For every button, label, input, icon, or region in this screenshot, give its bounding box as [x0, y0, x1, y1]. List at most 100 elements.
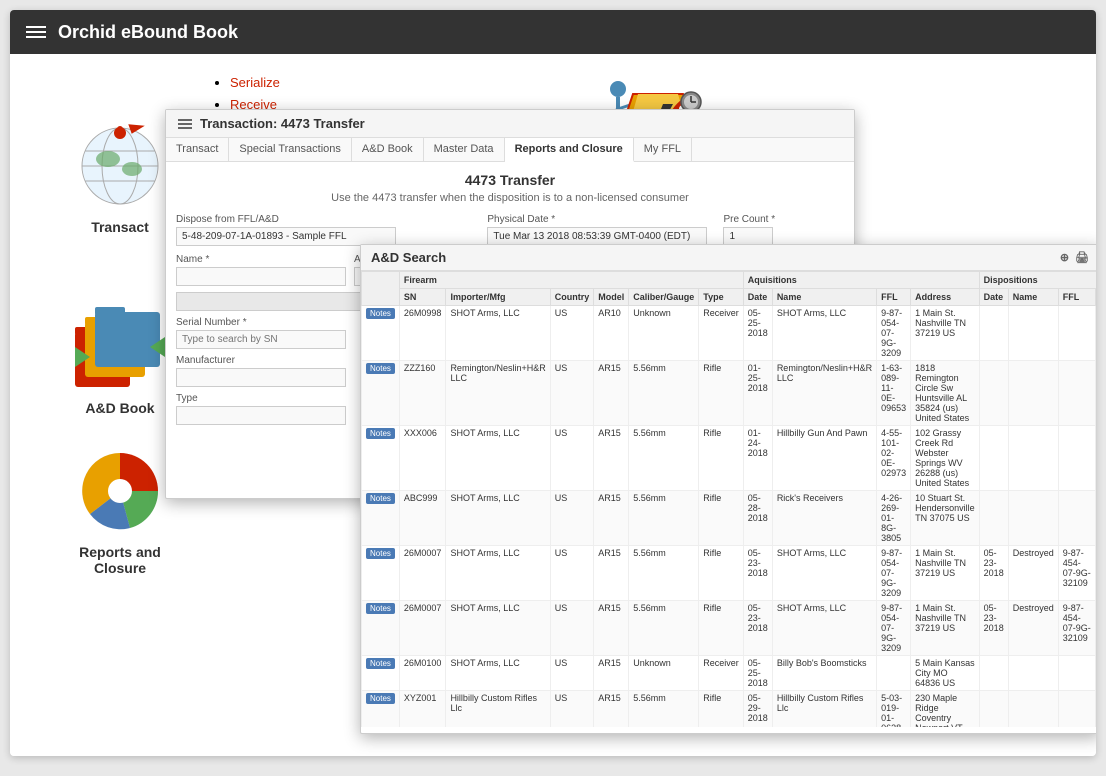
disp-name-cell — [1008, 426, 1058, 491]
transaction-tabs: Transact Special Transactions A&D Book M… — [166, 138, 854, 162]
acq-name-cell: Remington/Neslin+H&R LLC — [772, 361, 876, 426]
notes-button[interactable]: Notes — [366, 658, 395, 669]
print-icon[interactable]: 🖨 — [1075, 251, 1089, 264]
notes-cell[interactable]: Notes — [362, 426, 400, 491]
search-window-title: A&D Search — [371, 250, 446, 265]
search-table-container[interactable]: Firearm Aquisitions Dispositions SN Impo… — [361, 271, 1096, 727]
pre-count-label: Pre Count * — [723, 214, 844, 225]
tab-transact[interactable]: Transact — [166, 138, 229, 161]
sn-cell: ZZZ160 — [399, 361, 446, 426]
importer-cell: Remington/Neslin+H&R LLC — [446, 361, 550, 426]
sn-cell: 26M0007 — [399, 546, 446, 601]
link-serialize[interactable]: Serialize — [230, 75, 280, 90]
notes-cell[interactable]: Notes — [362, 306, 400, 361]
model-cell: AR15 — [594, 361, 629, 426]
manufacturer-input[interactable] — [176, 368, 346, 387]
disp-address-cell — [1095, 426, 1096, 491]
disp-date-cell — [979, 361, 1008, 426]
main-container: Orchid eBound Book — [10, 10, 1096, 756]
notes-cell[interactable]: Notes — [362, 361, 400, 426]
model-cell: AR15 — [594, 691, 629, 728]
disp-date-cell — [979, 426, 1008, 491]
acq-date-cell: 05-29-2018 — [743, 691, 772, 728]
physical-date-field: Physical Date * — [487, 214, 713, 246]
notes-cell[interactable]: Notes — [362, 491, 400, 546]
acq-name-cell: SHOT Arms, LLC — [772, 546, 876, 601]
notes-button[interactable]: Notes — [366, 428, 395, 439]
acq-date-cell: 05-23-2018 — [743, 546, 772, 601]
disp-date-cell: 05-23-2018 — [979, 546, 1008, 601]
transaction-window-header: Transaction: 4473 Transfer — [166, 110, 854, 138]
caliber-cell: 5.56mm — [629, 491, 699, 546]
search-table: Firearm Aquisitions Dispositions SN Impo… — [361, 271, 1096, 727]
notes-button[interactable]: Notes — [366, 308, 395, 319]
name-label: Name * — [176, 254, 346, 265]
disp-name-cell — [1008, 491, 1058, 546]
serial-input[interactable] — [176, 330, 346, 349]
notes-cell[interactable]: Notes — [362, 691, 400, 728]
acq-date-cell: 01-25-2018 — [743, 361, 772, 426]
notes-button[interactable]: Notes — [366, 603, 395, 614]
disp-date-cell: 05-23-2018 — [979, 601, 1008, 656]
disp-name-cell — [1008, 306, 1058, 361]
disp-address-cell: 1 Main St. Nashville TN 37219 United Sta… — [1095, 601, 1096, 656]
tab-my-ffl[interactable]: My FFL — [634, 138, 692, 161]
acq-address-cell: 102 Grassy Creek Rd Webster Springs WV 2… — [911, 426, 980, 491]
country-cell: US — [550, 656, 594, 691]
table-row: Notes 26M0007 SHOT Arms, LLC US AR15 5.5… — [362, 601, 1097, 656]
notes-button[interactable]: Notes — [366, 493, 395, 504]
search-window: A&D Search ⊕ 🖨 Firearm Aquisitions Dispo… — [360, 244, 1096, 734]
table-row: Notes 26M0007 SHOT Arms, LLC US AR15 5.5… — [362, 546, 1097, 601]
type-cell: Rifle — [699, 601, 744, 656]
disp-ffl-cell — [1058, 691, 1095, 728]
col-caliber: Caliber/Gauge — [629, 289, 699, 306]
transaction-window-title: Transaction: 4473 Transfer — [200, 116, 365, 131]
col-group-dispositions: Dispositions — [979, 272, 1096, 289]
col-acq-name: Name — [772, 289, 876, 306]
type-input[interactable] — [176, 406, 346, 425]
window-hamburger[interactable] — [178, 119, 192, 129]
model-cell: AR10 — [594, 306, 629, 361]
sn-cell: 26M0998 — [399, 306, 446, 361]
col-disp-date: Date — [979, 289, 1008, 306]
acq-ffl-cell: 5-03-019-01-0638 — [877, 691, 911, 728]
acq-address-cell: 5 Main Kansas City MO 64836 US — [911, 656, 980, 691]
name-input[interactable] — [176, 267, 346, 286]
notes-button[interactable]: Notes — [366, 693, 395, 704]
notes-cell[interactable]: Notes — [362, 601, 400, 656]
table-row: Notes ZZZ160 Remington/Neslin+H&R LLC US… — [362, 361, 1097, 426]
notes-cell[interactable]: Notes — [362, 656, 400, 691]
type-cell: Rifle — [699, 546, 744, 601]
col-country: Country — [550, 289, 594, 306]
search-icon[interactable]: ⊕ — [1060, 251, 1069, 264]
hamburger-menu[interactable] — [26, 26, 46, 38]
disp-name-cell — [1008, 691, 1058, 728]
acq-ffl-cell: 1-63-089-11-0E-09653 — [877, 361, 911, 426]
pre-count-field: Pre Count * — [723, 214, 844, 246]
sn-cell: ABC999 — [399, 491, 446, 546]
type-cell: Receiver — [699, 306, 744, 361]
transact-label: Transact — [91, 219, 149, 235]
country-cell: US — [550, 361, 594, 426]
importer-cell: SHOT Arms, LLC — [446, 426, 550, 491]
tab-master-data[interactable]: Master Data — [424, 138, 505, 161]
notes-button[interactable]: Notes — [366, 363, 395, 374]
tab-special-transactions[interactable]: Special Transactions — [229, 138, 352, 161]
disp-name-cell: Destroyed — [1008, 601, 1058, 656]
tab-adbook[interactable]: A&D Book — [352, 138, 424, 161]
disp-address-cell — [1095, 306, 1096, 361]
acq-address-cell: 1818 Remington Circle Sw Huntsville AL 3… — [911, 361, 980, 426]
app-title: Orchid eBound Book — [58, 22, 238, 43]
col-model: Model — [594, 289, 629, 306]
disp-address-cell — [1095, 361, 1096, 426]
acq-name-cell: SHOT Arms, LLC — [772, 601, 876, 656]
tab-reports-closure[interactable]: Reports and Closure — [505, 138, 634, 162]
transfer-title: 4473 Transfer — [176, 172, 844, 188]
disp-address-cell — [1095, 656, 1096, 691]
notes-button[interactable]: Notes — [366, 548, 395, 559]
notes-cell[interactable]: Notes — [362, 546, 400, 601]
type-cell: Rifle — [699, 691, 744, 728]
acq-date-cell: 01-24-2018 — [743, 426, 772, 491]
caliber-cell: 5.56mm — [629, 546, 699, 601]
acq-name-cell: SHOT Arms, LLC — [772, 306, 876, 361]
